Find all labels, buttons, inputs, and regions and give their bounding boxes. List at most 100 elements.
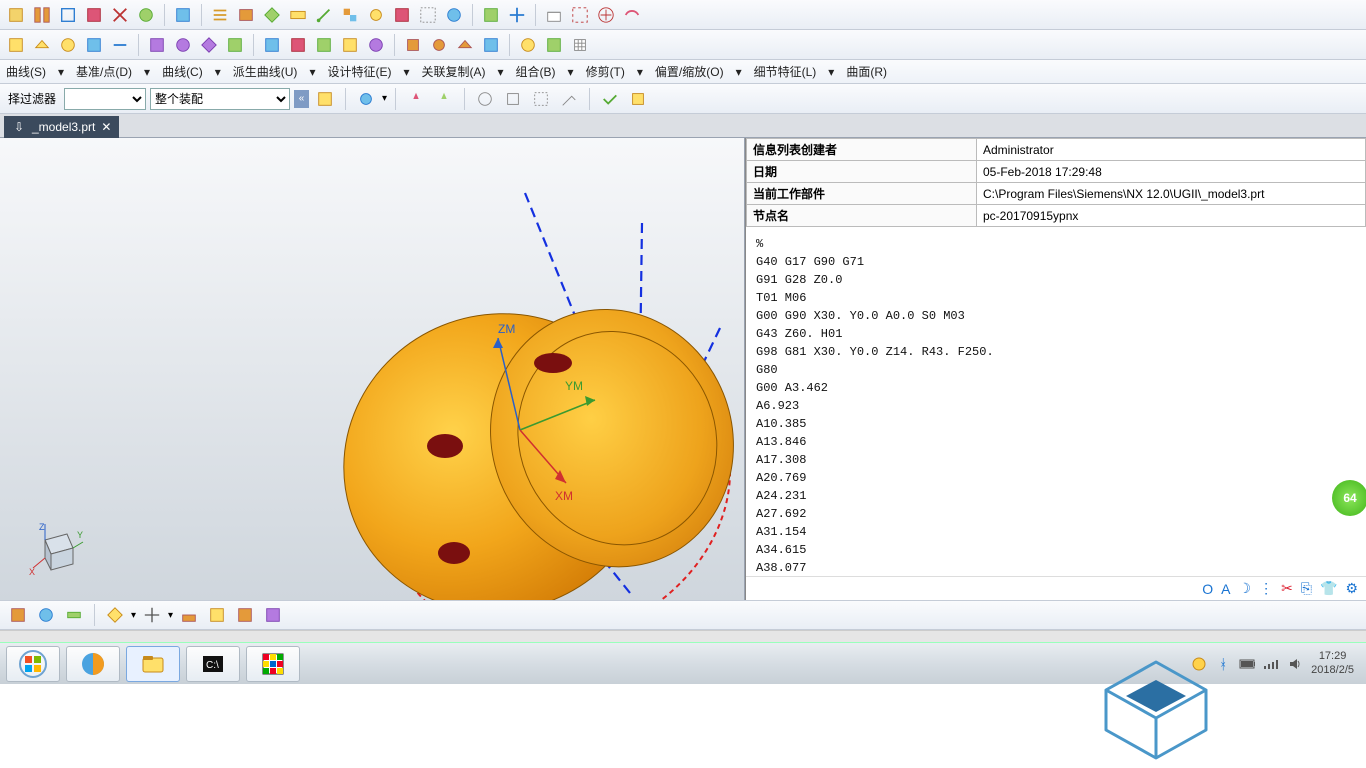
start-button[interactable] xyxy=(6,646,60,682)
info-o-icon[interactable]: O xyxy=(1202,581,1213,597)
tool-icon[interactable] xyxy=(401,33,425,57)
shirt-icon[interactable]: 👕 xyxy=(1320,580,1337,597)
menu-design-e[interactable]: 设计特征(E) xyxy=(327,63,391,80)
info-a-icon[interactable]: A xyxy=(1221,581,1230,597)
tool-icon[interactable] xyxy=(626,87,650,111)
orientation-cube[interactable]: X Y Z xyxy=(25,520,85,580)
tool-icon[interactable] xyxy=(390,3,414,27)
tool-icon[interactable] xyxy=(501,87,525,111)
tool-icon[interactable] xyxy=(286,33,310,57)
tool-icon[interactable] xyxy=(233,603,257,627)
tool-icon[interactable] xyxy=(177,603,201,627)
tool-icon[interactable] xyxy=(56,3,80,27)
tool-icon[interactable] xyxy=(30,3,54,27)
tool-icon[interactable] xyxy=(108,3,132,27)
filter-select[interactable] xyxy=(64,88,146,110)
menu-derived-u[interactable]: 派生曲线(U) xyxy=(233,63,298,80)
menu-assoc-a[interactable]: 关联复制(A) xyxy=(422,63,486,80)
tool-icon[interactable] xyxy=(620,3,644,27)
tool-icon[interactable] xyxy=(103,603,127,627)
tool-icon[interactable] xyxy=(223,33,247,57)
tool-icon[interactable] xyxy=(140,603,164,627)
tool-icon[interactable] xyxy=(427,33,451,57)
tool-icon[interactable] xyxy=(30,33,54,57)
tool-icon[interactable] xyxy=(598,87,622,111)
tool-icon[interactable] xyxy=(312,33,336,57)
tool-icon[interactable] xyxy=(529,87,553,111)
tool-icon[interactable] xyxy=(416,3,440,27)
task-cmd[interactable]: C:\ xyxy=(186,646,240,682)
tool-icon[interactable] xyxy=(6,603,30,627)
menu-curve-c[interactable]: 曲线(C) xyxy=(162,63,203,80)
tool-icon[interactable] xyxy=(479,33,503,57)
tool-icon[interactable] xyxy=(432,87,456,111)
menu-curve-s[interactable]: 曲线(S) xyxy=(6,63,46,80)
tool-icon[interactable] xyxy=(260,3,284,27)
tool-icon[interactable] xyxy=(594,3,618,27)
tool-icon[interactable] xyxy=(208,3,232,27)
tool-icon[interactable] xyxy=(171,3,195,27)
task-explorer[interactable] xyxy=(126,646,180,682)
tool-icon[interactable] xyxy=(56,33,80,57)
tool-icon[interactable] xyxy=(62,603,86,627)
gcode-listing[interactable]: % G40 G17 G90 G71 G91 G28 Z0.0 T01 M06 G… xyxy=(746,227,1366,576)
tool-icon[interactable] xyxy=(145,33,169,57)
assembly-select[interactable]: 整个装配 xyxy=(150,88,290,110)
task-rubik[interactable] xyxy=(246,646,300,682)
more-icon[interactable]: ⋮ xyxy=(1259,580,1273,597)
tool-icon[interactable] xyxy=(568,3,592,27)
tool-icon[interactable] xyxy=(516,33,540,57)
wifi-icon[interactable] xyxy=(1263,656,1279,672)
tool-icon[interactable] xyxy=(453,33,477,57)
tool-icon[interactable] xyxy=(234,3,258,27)
tool-icon[interactable] xyxy=(134,3,158,27)
tool-icon[interactable] xyxy=(171,33,195,57)
tool-icon[interactable] xyxy=(364,3,388,27)
menu-surface-r[interactable]: 曲面(R) xyxy=(846,63,887,80)
tool-icon[interactable] xyxy=(354,87,378,111)
tool-icon[interactable] xyxy=(442,3,466,27)
gear-icon[interactable]: ⚙ xyxy=(1345,580,1358,597)
menu-datum-d[interactable]: 基准/点(D) xyxy=(76,63,132,80)
tool-icon[interactable] xyxy=(364,33,388,57)
3d-viewport[interactable]: ZM YM XM X Y Z xyxy=(0,138,745,600)
tool-icon[interactable] xyxy=(34,603,58,627)
tool-icon[interactable] xyxy=(568,33,592,57)
tool-icon[interactable] xyxy=(542,33,566,57)
tool-icon[interactable] xyxy=(338,33,362,57)
menu-trim-t[interactable]: 修剪(T) xyxy=(586,63,625,80)
tool-icon[interactable] xyxy=(261,603,285,627)
tool-icon[interactable] xyxy=(312,3,336,27)
copy-icon[interactable]: ⎘ xyxy=(1301,580,1312,597)
tool-icon[interactable] xyxy=(260,33,284,57)
tool-icon[interactable] xyxy=(286,3,310,27)
tab-close-icon[interactable]: ✕ xyxy=(101,120,111,134)
menu-detail-l[interactable]: 细节特征(L) xyxy=(754,63,817,80)
tool-icon[interactable] xyxy=(404,87,428,111)
menu-combine-b[interactable]: 组合(B) xyxy=(516,63,556,80)
tray-clock[interactable]: 17:29 2018/2/5 xyxy=(1311,650,1354,676)
collapse-button[interactable]: « xyxy=(294,90,309,108)
task-app1[interactable] xyxy=(66,646,120,682)
scissors-icon[interactable]: ✂ xyxy=(1281,580,1293,597)
tool-icon[interactable] xyxy=(4,33,28,57)
menu-offset-o[interactable]: 偏置/缩放(O) xyxy=(655,63,724,80)
tool-icon[interactable] xyxy=(505,3,529,27)
tool-icon[interactable] xyxy=(473,87,497,111)
battery-icon[interactable] xyxy=(1239,656,1255,672)
tool-icon[interactable] xyxy=(82,33,106,57)
tool-icon[interactable] xyxy=(338,3,362,27)
tool-icon[interactable] xyxy=(82,3,106,27)
tool-icon[interactable] xyxy=(197,33,221,57)
moon-icon[interactable]: ☽ xyxy=(1239,580,1252,597)
tool-icon[interactable] xyxy=(542,3,566,27)
tool-icon[interactable] xyxy=(205,603,229,627)
tool-icon[interactable] xyxy=(479,3,503,27)
tool-icon[interactable] xyxy=(313,87,337,111)
volume-icon[interactable] xyxy=(1287,656,1303,672)
tool-icon[interactable] xyxy=(557,87,581,111)
badge-64[interactable]: 64 xyxy=(1332,480,1366,516)
tool-icon[interactable] xyxy=(108,33,132,57)
tool-icon[interactable] xyxy=(4,3,28,27)
file-tab[interactable]: ⇩ _model3.prt ✕ xyxy=(4,116,119,138)
